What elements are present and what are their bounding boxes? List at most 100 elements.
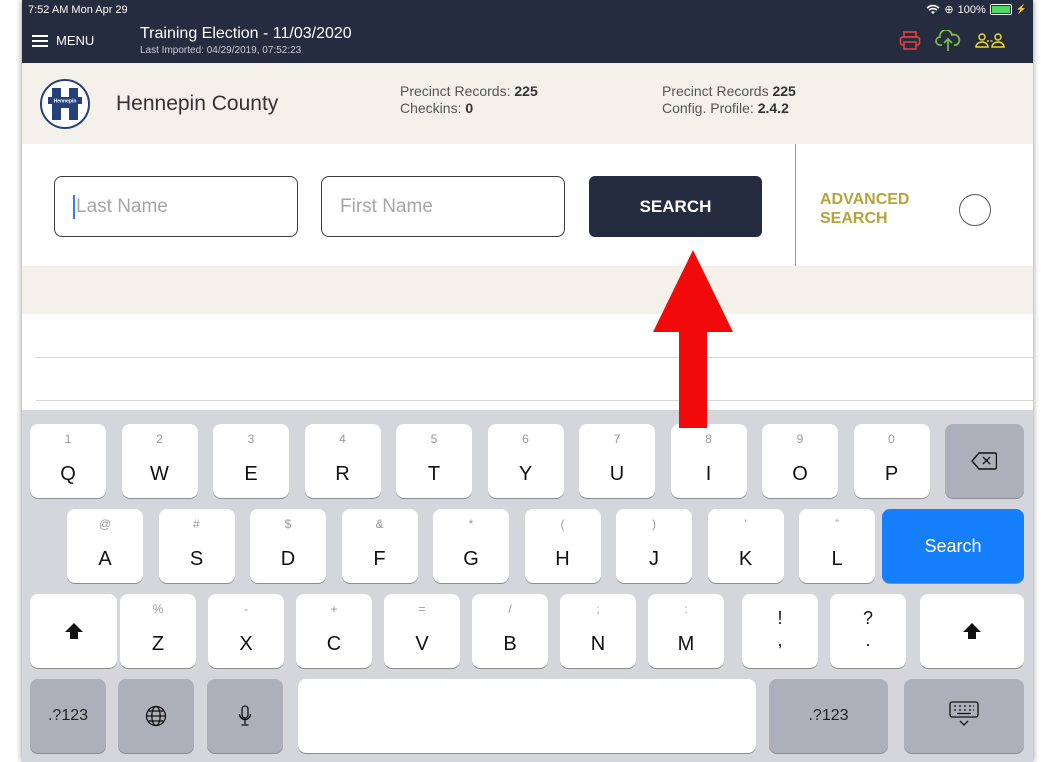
key-label: R [335, 463, 350, 485]
key-label: L [831, 548, 843, 570]
wifi-icon [926, 4, 940, 14]
last-name-input[interactable]: Last Name [54, 176, 298, 237]
key-e[interactable]: 3E [213, 424, 289, 498]
key-p[interactable]: 0P [853, 424, 930, 498]
advanced-search-label: ADVANCED SEARCH [820, 191, 910, 227]
shift-key-left[interactable] [30, 594, 117, 668]
precinct-stats-left: Precinct Records: 225 Checkins: 0 [400, 83, 538, 117]
key-z[interactable]: % Z [120, 594, 196, 668]
key-hint: 7 [613, 432, 621, 446]
globe-key[interactable] [118, 679, 194, 753]
key-d[interactable]: $ D [250, 509, 326, 583]
key-o[interactable]: 9O [762, 424, 838, 498]
key-n[interactable]: ; N [560, 594, 636, 668]
results-divider [36, 400, 1033, 401]
key-r[interactable]: 4R [304, 424, 381, 498]
numbers-key-right[interactable]: .?123 [769, 679, 888, 753]
key-k[interactable]: ’ K [707, 509, 784, 583]
key-question-period[interactable]: ?. [830, 594, 906, 668]
red-arrow-head [653, 250, 733, 332]
battery-percent: 100% [957, 3, 986, 16]
shift-icon [64, 623, 83, 639]
key-a[interactable]: @ A [67, 509, 143, 583]
key-hint: # [193, 517, 200, 531]
menu-label: MENU [56, 33, 95, 48]
user-sync-icon[interactable] [975, 31, 1005, 51]
results-header-band [22, 266, 1033, 314]
key-i[interactable]: 8I [670, 424, 747, 498]
key-hint: ” [835, 517, 839, 531]
key-label: T [427, 463, 441, 485]
key-t[interactable]: 5T [396, 424, 472, 498]
key-j[interactable]: ) J [616, 509, 692, 583]
precinct-records-label: Precinct Records: [400, 83, 511, 99]
key-u[interactable]: 7U [579, 424, 655, 498]
menu-button[interactable]: MENU [32, 33, 94, 48]
cloud-upload-icon[interactable] [935, 30, 961, 52]
key-g[interactable]: * G [433, 509, 509, 583]
key-label: N [590, 633, 606, 655]
space-bar[interactable] [298, 679, 756, 753]
first-name-placeholder: First Name [340, 196, 433, 217]
key-hint: + [330, 602, 338, 616]
key-label: K [738, 548, 753, 570]
numbers-key-left[interactable]: .?123 [30, 679, 106, 753]
printer-icon[interactable] [899, 31, 921, 51]
microphone-key[interactable] [207, 679, 283, 753]
last-name-placeholder: Last Name [76, 196, 168, 217]
advanced-search-toggle[interactable] [959, 194, 991, 226]
key-b[interactable]: / B [472, 594, 548, 668]
key-label: Y [518, 463, 533, 485]
key-hint: $ [284, 517, 292, 531]
precinct-records-label-2: Precinct Records [662, 83, 769, 99]
key-label: H [555, 548, 570, 570]
keyboard-search-key[interactable]: Search [882, 509, 1024, 583]
hide-keyboard-key[interactable] [904, 679, 1024, 753]
key-label: W [150, 463, 169, 485]
key-label: U [609, 463, 625, 485]
results-divider [36, 357, 1033, 358]
key-v[interactable]: = V [384, 594, 460, 668]
key-label: J [649, 548, 659, 570]
search-button[interactable]: SEARCH [589, 176, 762, 237]
key-exclamation-comma[interactable]: !, [742, 594, 818, 668]
key-x[interactable]: -X [208, 594, 284, 668]
key-hint: ; [596, 602, 600, 616]
key-hint: / [508, 602, 512, 616]
key-label: S [189, 548, 204, 570]
key-label: B [503, 633, 517, 655]
checkins-value: 0 [465, 100, 474, 116]
key-y[interactable]: 6Y [487, 424, 564, 498]
key-m[interactable]: :M [648, 594, 724, 668]
key-hint: 1 [64, 432, 72, 446]
key-label: P [884, 463, 899, 485]
key-label: M [677, 633, 695, 655]
red-arrow-shaft [679, 330, 707, 428]
app-header: 7:52 AM Mon Apr 29 ⊕ 100% ⚡ MENU Trainin… [22, 0, 1033, 63]
key-hint: = [418, 602, 426, 616]
checkins-label: Checkins: [400, 100, 462, 116]
precinct-stats-right: Precinct Records 225 Config. Profile: 2.… [662, 83, 796, 117]
header-actions [899, 30, 1005, 52]
backspace-icon [971, 452, 997, 470]
key-w[interactable]: 2W [121, 424, 198, 498]
key-q[interactable]: 1Q [30, 424, 106, 498]
hide-keyboard-icon [949, 701, 979, 726]
shift-key-right[interactable] [920, 594, 1024, 668]
key-hint: ’ [744, 517, 747, 531]
key-hint: : [684, 602, 688, 616]
key-c[interactable]: + C [296, 594, 372, 668]
search-key-label: Search [924, 536, 982, 556]
first-name-input[interactable]: First Name [321, 176, 565, 237]
key-s[interactable]: # S [158, 509, 235, 583]
key-h[interactable]: (H [524, 509, 601, 583]
key-label: Q [60, 463, 76, 485]
key-label: E [244, 463, 258, 485]
key-hint: ( [560, 517, 565, 531]
key-label: A [98, 548, 112, 570]
key-f[interactable]: & F [341, 509, 418, 583]
key-l[interactable]: ” L [799, 509, 875, 583]
key-label: D [280, 548, 296, 570]
backspace-key[interactable] [945, 424, 1024, 498]
key-label: F [373, 548, 386, 570]
